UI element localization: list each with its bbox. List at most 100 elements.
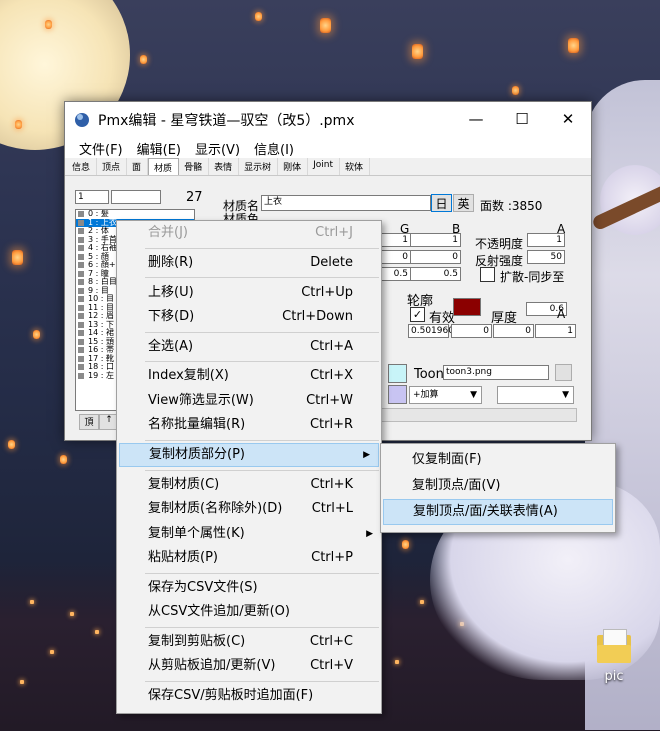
- outline-b-field[interactable]: 0: [493, 324, 534, 338]
- sphere-color-swatch[interactable]: [388, 364, 407, 383]
- submenu-copy-vertex-face-morph[interactable]: 复制顶点/面/关联表情(A): [383, 499, 613, 525]
- reflect-field[interactable]: 50: [527, 250, 565, 264]
- ambient-b-field[interactable]: 0.5: [410, 267, 461, 281]
- context-menu-item-5[interactable]: 下移(D) Ctrl+Down: [117, 305, 381, 329]
- chevron-down-icon: ▼: [470, 390, 477, 400]
- ambient-g-field[interactable]: 0.5: [380, 267, 411, 281]
- town-light: [50, 650, 54, 654]
- close-button[interactable]: ✕: [545, 102, 591, 136]
- town-light: [395, 660, 399, 664]
- tab-soft-body[interactable]: 软体: [340, 158, 371, 175]
- context-menu-item-20[interactable]: 保存为CSV文件(S): [117, 576, 381, 600]
- tab-bone[interactable]: 骨骼: [179, 158, 210, 175]
- sky-lantern: [12, 250, 23, 265]
- menu-separator: [145, 331, 379, 333]
- sphere-blend-select[interactable]: +加算 ▼: [409, 386, 482, 404]
- menu-item-label: 下移(D): [148, 308, 195, 324]
- outline-color-swatch[interactable]: [453, 298, 481, 316]
- specular-b-field[interactable]: 0: [410, 250, 461, 264]
- menu-item-shortcut: Ctrl+W: [306, 392, 353, 408]
- menu-edit[interactable]: 编辑(E): [131, 136, 189, 158]
- menu-item-label: 上移(U): [148, 284, 194, 300]
- sky-lantern: [412, 44, 423, 59]
- outline-r-field[interactable]: 0.501960: [408, 324, 454, 338]
- tab-joint[interactable]: Joint: [308, 158, 341, 175]
- menu-view[interactable]: 显示(V): [189, 136, 248, 158]
- material-count: 27: [186, 190, 203, 205]
- lang-jp-button[interactable]: 日: [431, 194, 452, 212]
- title-bar[interactable]: Pmx编辑 - 星穹铁道—驭空（改5）.pmx — ☐ ✕: [65, 102, 591, 136]
- diffuse-b-field[interactable]: 1: [410, 233, 461, 247]
- menu-info[interactable]: 信息(I): [248, 136, 302, 158]
- submenu-copy-face-only[interactable]: 仅复制面(F): [381, 447, 615, 473]
- submenu-copy-vertex-face[interactable]: 复制顶点/面(V): [381, 473, 615, 499]
- context-menu-item-21[interactable]: 从CSV文件追加/更新(O): [117, 600, 381, 624]
- secondary-select[interactable]: ▼: [497, 386, 574, 404]
- context-menu-item-23[interactable]: 复制到剪贴板(C) Ctrl+C: [117, 630, 381, 654]
- opacity-field[interactable]: 1: [527, 233, 565, 247]
- tab-morph[interactable]: 表情: [209, 158, 240, 175]
- diffuse-g-field[interactable]: 1: [380, 233, 411, 247]
- context-menu-item-7[interactable]: 全选(A) Ctrl+A: [117, 335, 381, 359]
- context-menu-item-9[interactable]: Index复制(X) Ctrl+X: [117, 364, 381, 388]
- context-menu-item-11[interactable]: 名称批量编辑(R) Ctrl+R: [117, 413, 381, 437]
- minimize-button[interactable]: —: [453, 102, 499, 136]
- material-search-field[interactable]: [111, 190, 161, 204]
- context-menu-item-13[interactable]: 复制材质部分(P) ▶: [119, 443, 379, 468]
- menu-item-label: 删除(R): [148, 254, 194, 270]
- menu-separator: [145, 247, 379, 249]
- spread-sync-checkbox[interactable]: [480, 267, 495, 282]
- menu-item-shortcut: Ctrl+C: [309, 633, 353, 649]
- toon-browse-button[interactable]: [555, 364, 572, 381]
- menu-item-shortcut: Ctrl+A: [310, 338, 353, 354]
- desktop-folder-pic[interactable]: pic: [592, 629, 636, 684]
- menu-item-shortcut: Ctrl+V: [310, 658, 353, 674]
- context-menu-item-4[interactable]: 上移(U) Ctrl+Up: [117, 281, 381, 305]
- context-menu-item-2[interactable]: 删除(R) Delete: [117, 251, 381, 275]
- context-menu-item-24[interactable]: 从剪贴板追加/更新(V) Ctrl+V: [117, 654, 381, 678]
- toon-texture-field[interactable]: toon3.png: [443, 365, 549, 380]
- tab-info[interactable]: 信息: [67, 158, 98, 175]
- menu-item-label: 保存CSV/剪贴板时追加面(F): [148, 688, 314, 704]
- list-top-button[interactable]: 頂: [79, 414, 99, 430]
- outline-enabled-checkbox[interactable]: ✓: [410, 307, 425, 322]
- tab-vertex[interactable]: 顶点: [97, 158, 128, 175]
- menu-item-shortcut: Ctrl+P: [311, 549, 353, 565]
- material-index-field[interactable]: 1: [75, 190, 109, 204]
- lang-en-button[interactable]: 英: [453, 194, 474, 212]
- context-menu-item-17[interactable]: 复制单个属性(K) ▶: [117, 522, 381, 546]
- context-menu-item-10[interactable]: View筛选显示(W) Ctrl+W: [117, 389, 381, 413]
- tab-face[interactable]: 面: [127, 158, 149, 175]
- menu-item-label: 从CSV文件追加/更新(O): [148, 604, 290, 620]
- context-menu-item-15[interactable]: 复制材质(C) Ctrl+K: [117, 473, 381, 497]
- menu-item-label: 复制单个属性(K): [148, 525, 245, 541]
- menu-item-label: View筛选显示(W): [148, 392, 254, 408]
- sphere-mode-swatch[interactable]: [388, 385, 407, 404]
- sky-lantern: [140, 55, 147, 64]
- context-menu-item-26[interactable]: 保存CSV/剪贴板时追加面(F): [117, 684, 381, 708]
- sky-lantern: [15, 120, 22, 129]
- menu-item-shortcut: Ctrl+Down: [282, 308, 353, 324]
- menu-file[interactable]: 文件(F): [73, 136, 131, 158]
- specular-g-field[interactable]: 0: [380, 250, 411, 264]
- material-name-field[interactable]: 上衣: [261, 195, 431, 211]
- outline-a-field[interactable]: 1: [535, 324, 576, 338]
- outline-g-field[interactable]: 0: [451, 324, 492, 338]
- menu-separator: [145, 680, 379, 682]
- maximize-button[interactable]: ☐: [499, 102, 545, 136]
- desktop-icon-label: pic: [604, 669, 624, 684]
- chevron-right-icon: ▶: [366, 528, 373, 539]
- horizontal-scrollbar[interactable]: [380, 408, 577, 422]
- tab-material[interactable]: 材质: [148, 158, 180, 175]
- menu-item-shortcut: Ctrl+R: [309, 417, 353, 433]
- sky-lantern: [33, 330, 40, 339]
- menu-item-shortcut: Ctrl+L: [311, 501, 353, 517]
- menu-item-shortcut: Ctrl+K: [310, 476, 353, 492]
- menu-separator: [145, 572, 379, 574]
- tab-rigid-body[interactable]: 刚体: [278, 158, 309, 175]
- spread-sync-label: 扩散-同步至: [500, 270, 565, 284]
- opacity-label: 不透明度: [475, 237, 524, 251]
- context-menu-item-18[interactable]: 粘贴材质(P) Ctrl+P: [117, 546, 381, 570]
- tab-display-tree[interactable]: 显示树: [239, 158, 279, 175]
- context-menu-item-16[interactable]: 复制材质(名称除外)(D) Ctrl+L: [117, 497, 381, 521]
